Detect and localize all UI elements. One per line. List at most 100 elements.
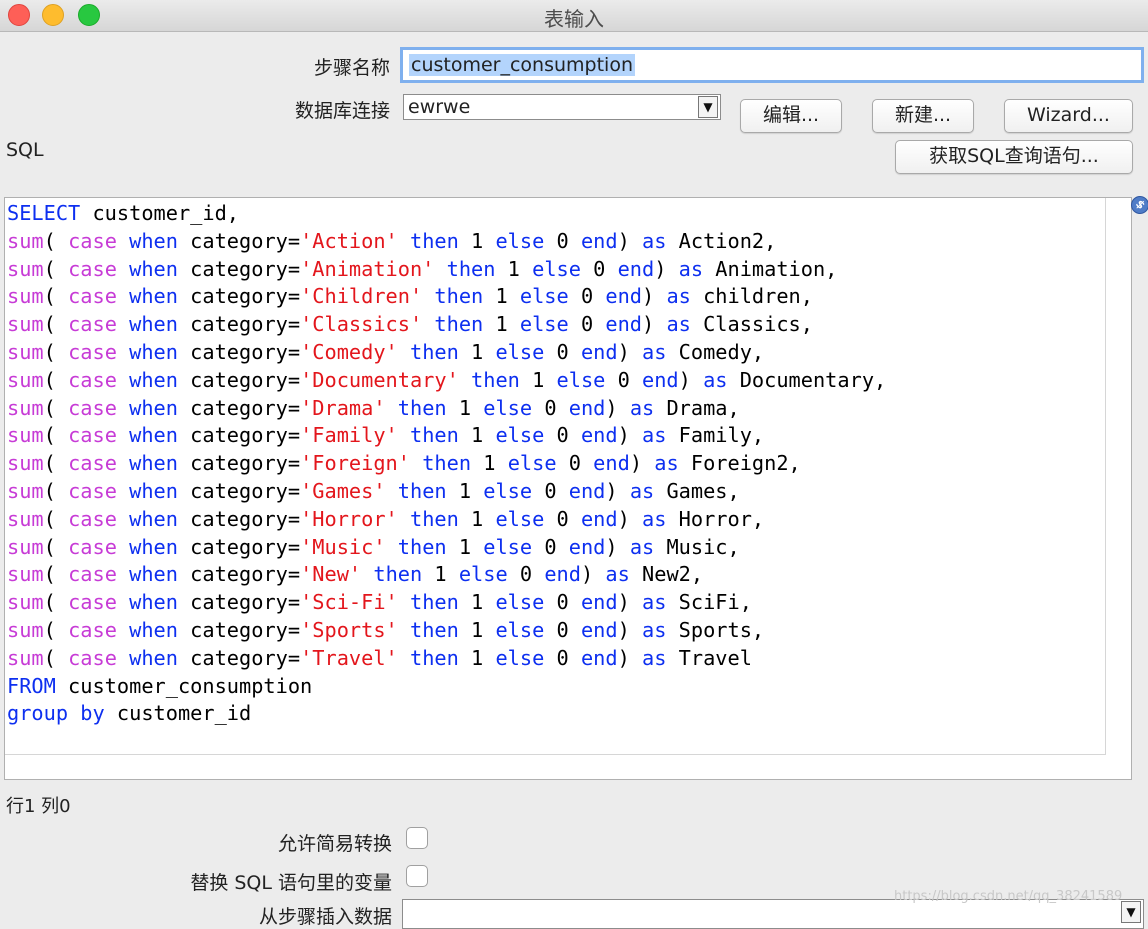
sql-text: )	[617, 423, 643, 448]
sql-text: 0	[544, 617, 581, 642]
sql-token-kw: when	[129, 478, 178, 503]
sql-token-fn: case	[68, 284, 117, 309]
sql-token-kw: end	[580, 423, 618, 448]
db-connection-select[interactable]: ewrwe ▼	[403, 94, 721, 120]
sql-text: Family,	[666, 423, 765, 448]
sql-text: 0	[556, 451, 594, 476]
sql-text: category=	[177, 506, 301, 531]
sql-token-fn: sum	[7, 423, 44, 448]
sql-line: sum( case when category='Children' then …	[7, 283, 886, 311]
sql-token-kw: when	[129, 534, 178, 559]
sql-token-kw: then	[471, 367, 520, 392]
sql-text: 1	[458, 590, 496, 615]
sql-text: (	[43, 506, 69, 531]
sql-token-kw: else	[495, 506, 545, 531]
sql-text: (	[43, 423, 69, 448]
sql-token-kw: then	[409, 423, 459, 448]
db-connection-value: ewrwe	[408, 96, 471, 118]
sql-text: )	[617, 617, 643, 642]
sql-text: (	[43, 367, 69, 392]
sql-token-fn: sum	[7, 451, 44, 476]
sql-text: Comedy,	[666, 339, 765, 364]
sql-text: )	[617, 339, 643, 364]
sql-editor-viewport[interactable]: SELECT customer_id, sum( case when catego…	[5, 198, 1106, 755]
sql-text: 1	[458, 228, 496, 253]
sql-text: )	[617, 228, 643, 253]
sql-token-kw: end	[593, 451, 630, 476]
wizard-button[interactable]: Wizard...	[1004, 99, 1133, 133]
sql-line: sum( case when category='Comedy' then 1 …	[7, 339, 886, 367]
sql-text: )	[629, 451, 655, 476]
sql-text: )	[678, 367, 704, 392]
sql-token-fn: case	[68, 478, 117, 503]
sql-token-kw: end	[544, 562, 581, 587]
sql-token-str: 'Documentary'	[300, 367, 459, 392]
sql-text: 0	[580, 256, 618, 281]
sql-token-kw: as	[642, 228, 667, 253]
sql-token-str: 'Children'	[300, 284, 423, 309]
sql-token-str: 'Sports'	[300, 617, 398, 642]
sql-text: category=	[177, 367, 301, 392]
dropdown-arrow-icon[interactable]: ▼	[698, 96, 718, 118]
dropdown-arrow-icon[interactable]: ▼	[1121, 901, 1141, 923]
sql-text: 1	[458, 617, 496, 642]
sql-code[interactable]: SELECT customer_id, sum( case when catego…	[7, 200, 886, 728]
sql-token-kw: then	[373, 562, 423, 587]
sql-token-kw: as	[642, 617, 667, 642]
sql-token-kw: when	[129, 451, 178, 476]
sql-token-kw: end	[580, 506, 618, 531]
sql-token-fn: case	[68, 367, 117, 392]
replace-variables-checkbox[interactable]	[406, 865, 428, 887]
sql-text: Horror,	[666, 506, 765, 531]
sql-token-str: 'Horror'	[300, 506, 398, 531]
sql-text: 0	[532, 534, 569, 559]
sql-text: Drama,	[654, 395, 740, 420]
sql-line: sum( case when category='New' then 1 els…	[7, 561, 886, 589]
sql-token-str: 'Drama'	[300, 395, 386, 420]
sql-editor[interactable]: SELECT customer_id, sum( case when catego…	[4, 197, 1132, 780]
sql-token-kw: then	[446, 256, 496, 281]
sql-text: 0	[605, 367, 643, 392]
sql-token-kw: else	[495, 590, 545, 615]
sql-token-kw: as	[642, 645, 667, 670]
sql-token-str: 'Games'	[300, 478, 386, 503]
lazy-conversion-checkbox[interactable]	[406, 827, 428, 849]
step-name-input[interactable]: customer_consumption	[400, 47, 1144, 83]
sql-token-kw: else	[483, 534, 533, 559]
sql-text: 0	[568, 312, 606, 337]
sql-text: category=	[177, 617, 301, 642]
sql-token-kw: else	[495, 617, 545, 642]
sql-token-kw: as	[666, 312, 691, 337]
sql-token-str: 'Action'	[300, 228, 398, 253]
sql-line: sum( case when category='Action' then 1 …	[7, 228, 886, 256]
sql-text: )	[617, 506, 643, 531]
sql-text: Classics,	[690, 312, 813, 337]
sql-token-kw: when	[129, 367, 178, 392]
sql-text: 0	[544, 339, 581, 364]
new-connection-button[interactable]: 新建...	[872, 99, 974, 133]
sql-token-kw: as	[629, 478, 655, 503]
sql-text: 1	[483, 312, 520, 337]
sql-token-kw: else	[519, 312, 569, 337]
sql-token-kw: as	[642, 506, 667, 531]
sql-token-kw: when	[129, 339, 178, 364]
sql-text: Foreign2,	[678, 451, 801, 476]
get-sql-query-button[interactable]: 获取SQL查询语句...	[895, 140, 1133, 174]
lazy-conversion-label: 允许简易转换	[277, 833, 392, 855]
sql-token-kw: then	[409, 506, 459, 531]
sql-text: 1	[471, 451, 508, 476]
sql-token-fn: sum	[7, 534, 44, 559]
sql-token-kw: end	[605, 284, 643, 309]
edit-connection-button[interactable]: 编辑...	[740, 99, 842, 133]
sql-text: 1	[458, 645, 496, 670]
sql-text: )	[654, 256, 679, 281]
sql-token-kw: then	[422, 451, 472, 476]
sql-token-kw: else	[495, 423, 545, 448]
